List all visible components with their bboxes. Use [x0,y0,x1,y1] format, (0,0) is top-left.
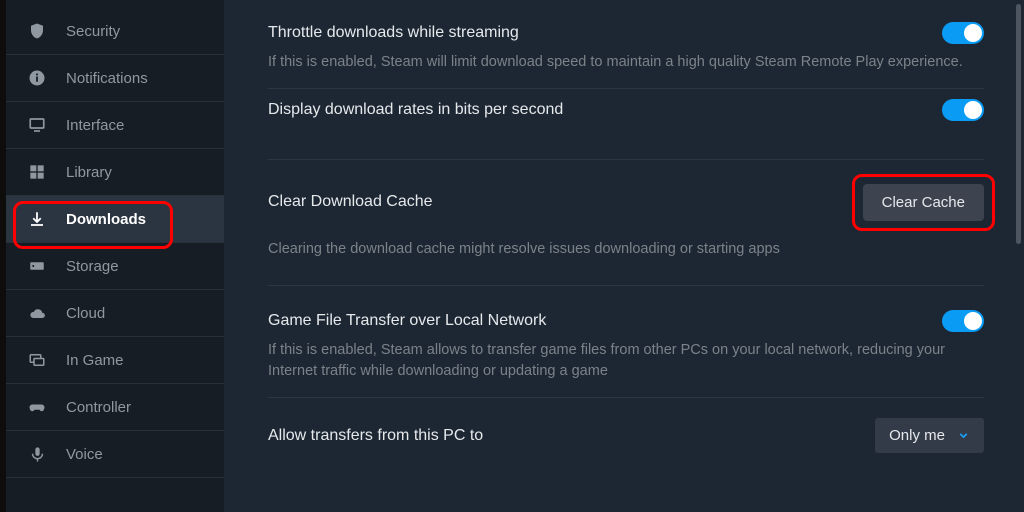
sidebar-item-label: Notifications [66,70,148,87]
setting-allow-transfers: Allow transfers from this PC to Only me [268,398,984,467]
sidebar-item-storage[interactable]: Storage [6,243,224,290]
sidebar-item-label: Voice [66,446,103,463]
setting-throttle-downloads: Throttle downloads while streaming If th… [268,12,984,89]
setting-description: Clearing the download cache might resolv… [268,239,968,261]
sidebar-item-cloud[interactable]: Cloud [6,290,224,337]
gamepad-icon [28,398,46,416]
download-icon [28,210,46,228]
settings-panel: Throttle downloads while streaming If th… [224,0,1024,512]
sidebar-item-label: Downloads [66,211,146,228]
sidebar-item-label: Security [66,23,120,40]
toggle-bits[interactable] [942,99,984,121]
sidebar-item-security[interactable]: Security [6,8,224,55]
setting-title: Clear Download Cache [268,193,433,211]
shield-icon [28,22,46,40]
overlay-icon [28,351,46,369]
sidebar-item-label: Cloud [66,305,105,322]
sidebar-item-label: Storage [66,258,119,275]
sidebar-item-label: Controller [66,399,131,416]
monitor-icon [28,116,46,134]
sidebar-item-label: In Game [66,352,124,369]
sidebar-item-voice[interactable]: Voice [6,431,224,478]
scrollbar-thumb[interactable] [1016,4,1021,244]
info-circle-icon [28,69,46,87]
clear-cache-button[interactable]: Clear Cache [863,184,984,221]
setting-title: Throttle downloads while streaming [268,24,519,42]
settings-sidebar: Security Notifications Interface Library… [6,0,224,512]
dropdown-value: Only me [889,427,945,444]
sidebar-item-controller[interactable]: Controller [6,384,224,431]
setting-title: Game File Transfer over Local Network [268,312,546,330]
sidebar-item-notifications[interactable]: Notifications [6,55,224,102]
setting-display-bits: Display download rates in bits per secon… [268,89,984,160]
grid-icon [28,163,46,181]
cloud-icon [28,304,46,322]
storage-icon [28,257,46,275]
sidebar-item-downloads[interactable]: Downloads [6,196,224,243]
sidebar-item-label: Library [66,164,112,181]
chevron-down-icon [957,429,970,442]
sidebar-item-interface[interactable]: Interface [6,102,224,149]
toggle-throttle[interactable] [942,22,984,44]
setting-clear-cache: Clear Download Cache Clear Cache Clearin… [268,160,984,286]
allow-transfers-dropdown[interactable]: Only me [875,418,984,453]
mic-icon [28,445,46,463]
sidebar-item-library[interactable]: Library [6,149,224,196]
setting-lan-transfer: Game File Transfer over Local Network If… [268,286,984,399]
setting-description: If this is enabled, Steam will limit dow… [268,52,968,74]
setting-description: If this is enabled, Steam allows to tran… [268,340,968,384]
toggle-lan[interactable] [942,310,984,332]
setting-title: Allow transfers from this PC to [268,427,483,445]
sidebar-item-ingame[interactable]: In Game [6,337,224,384]
sidebar-item-label: Interface [66,117,124,134]
setting-title: Display download rates in bits per secon… [268,101,563,119]
